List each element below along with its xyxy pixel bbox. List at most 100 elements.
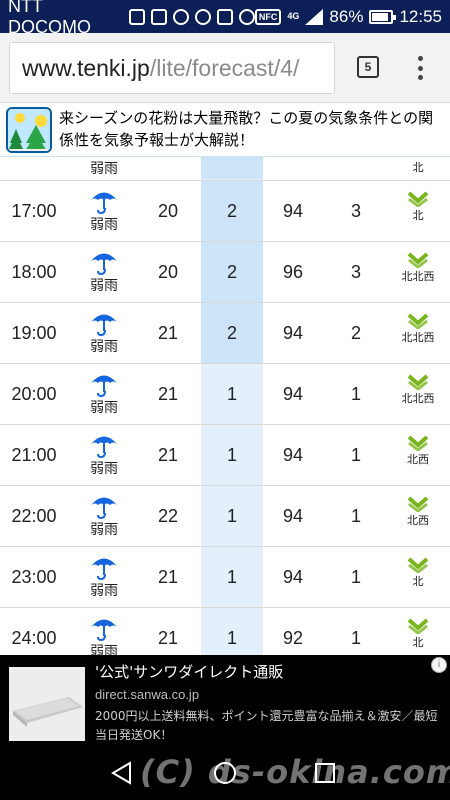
time-cell: 20:00	[11, 384, 57, 404]
wind-direction-label: 北	[412, 636, 424, 649]
rainfall-cell: 1	[350, 567, 361, 587]
wind-arrow-icon	[388, 555, 448, 573]
table-row: 23:00 弱雨 21 1 94 1 北	[0, 546, 450, 607]
notification-icons	[128, 8, 255, 25]
ad-domain: direct.sanwa.co.jp	[95, 687, 200, 702]
status-bar: NTT DOCOMO NFC 4G 86% 12:55	[0, 0, 450, 37]
temperature-cell: 21	[157, 628, 179, 648]
umbrella-icon	[76, 307, 132, 337]
wind-arrow-icon	[388, 311, 448, 329]
cloud-icon	[194, 8, 211, 25]
precip-prob-cell: 1	[226, 506, 237, 526]
network-type: 4G	[287, 11, 300, 21]
wind-direction-label: 北西	[407, 514, 429, 527]
back-icon[interactable]	[108, 759, 136, 787]
umbrella-icon	[76, 612, 132, 642]
time-cell: 24:00	[11, 628, 57, 648]
time-cell: 22:00	[11, 506, 57, 526]
wind-arrow-icon	[388, 433, 448, 451]
weather-label: 弱雨	[90, 161, 118, 177]
temperature-cell: 21	[157, 323, 179, 343]
temperature-cell: 21	[157, 445, 179, 465]
time-cell: 17:00	[11, 201, 57, 221]
news-banner[interactable]: 来シーズンの花粉は大量飛散？この夏の気象条件との関係性を気象予報士が大解説！	[0, 103, 450, 157]
weather-notification-icon	[172, 8, 189, 25]
table-row: 17:00 弱雨 20 2 94 3 北	[0, 180, 450, 241]
rainfall-cell: 2	[350, 323, 361, 343]
wind-arrow-icon	[388, 616, 448, 634]
url-host: www.tenki.jp	[22, 55, 150, 81]
battery-icon	[369, 9, 397, 24]
signal-icon	[305, 8, 324, 25]
pollen-tree-icon	[6, 107, 52, 153]
humidity-cell: 94	[282, 201, 304, 221]
carrier-name: NTT DOCOMO	[8, 0, 91, 37]
humidity-cell: 94	[282, 445, 304, 465]
weather-cell: 弱雨	[76, 429, 132, 485]
overflow-menu-icon[interactable]	[410, 53, 430, 83]
weather-cell: 弱雨	[76, 185, 132, 241]
rainfall-cell: 1	[350, 445, 361, 465]
humidity-cell: 94	[282, 384, 304, 404]
dots-icon	[238, 8, 255, 25]
umbrella-icon	[76, 246, 132, 276]
precip-prob-cell: 1	[226, 445, 237, 465]
wind-direction-label: 北北西	[401, 392, 435, 405]
rainfall-cell: 1	[350, 506, 361, 526]
wind-cell: 北	[388, 189, 448, 239]
table-row: 22:00 弱雨 22 1 94 1 北西	[0, 485, 450, 546]
time-cell: 19:00	[11, 323, 57, 343]
time-cell: 18:00	[11, 262, 57, 282]
table-row: 19:00 弱雨 21 2 94 2 北北西	[0, 302, 450, 363]
precip-prob-cell: 1	[226, 628, 237, 648]
android-nav-bar: (C) ds-okina.com	[0, 745, 450, 800]
wind-arrow-icon	[388, 189, 448, 207]
weather-cell: 弱雨	[76, 490, 132, 546]
weather-label: 弱雨	[90, 522, 118, 538]
humidity-cell: 96	[282, 262, 304, 282]
weather-label: 弱雨	[90, 278, 118, 294]
umbrella-icon	[76, 368, 132, 398]
precip-highlight	[201, 157, 263, 179]
temperature-cell: 21	[157, 384, 179, 404]
wind-arrow-icon	[388, 250, 448, 268]
time-cell: 21:00	[11, 445, 57, 465]
weather-label: 弱雨	[90, 644, 118, 655]
ad-banner[interactable]: '公式'サンワダイレクト通販 direct.sanwa.co.jp 2000円以…	[0, 655, 450, 745]
wind-direction-label: 北北西	[401, 270, 435, 283]
precip-prob-cell: 1	[226, 384, 237, 404]
url-field[interactable]: www.tenki.jp/lite/forecast/4/	[9, 42, 335, 94]
weather-cell: 弱雨	[76, 246, 132, 302]
tab-switcher-button[interactable]: 5	[357, 56, 379, 78]
wind-direction-label: 北西	[407, 453, 429, 466]
ad-laptop-image	[9, 667, 85, 741]
temperature-cell: 22	[157, 506, 179, 526]
weather-label: 弱雨	[90, 217, 118, 233]
precip-prob-cell: 1	[226, 567, 237, 587]
umbrella-icon	[76, 551, 132, 581]
temperature-cell: 20	[157, 262, 179, 282]
wind-direction-label: 北	[412, 575, 424, 588]
umbrella-icon	[76, 490, 132, 520]
umbrella-icon	[76, 429, 132, 459]
hourly-forecast-table: 弱雨 北 17:00 弱雨 20 2 94 3 北 18:00 弱雨 20 2 96 3 北北西 19:00…	[0, 157, 450, 655]
clock: 12:55	[399, 6, 442, 26]
table-row: 20:00 弱雨 21 1 94 1 北北西	[0, 363, 450, 424]
rainfall-cell: 3	[350, 262, 361, 282]
ad-title: '公式'サンワダイレクト通販	[95, 663, 284, 681]
precip-prob-cell: 2	[226, 201, 237, 221]
nfc-icon: NFC	[254, 8, 282, 25]
wind-cell: 北北西	[388, 372, 448, 422]
weather-cell: 弱雨	[76, 368, 132, 424]
weather-cell: 弱雨	[76, 307, 132, 363]
weather-label: 弱雨	[90, 461, 118, 477]
battery-percent: 86%	[329, 6, 364, 26]
humidity-cell: 94	[282, 323, 304, 343]
weather-cell: 弱雨	[76, 612, 132, 655]
banner-headline: 来シーズンの花粉は大量飛散？この夏の気象条件との関係性を気象予報士が大解説！	[59, 109, 434, 149]
time-cell: 23:00	[11, 567, 57, 587]
weather-label: 弱雨	[90, 583, 118, 599]
info-icon[interactable]: i	[431, 657, 447, 673]
wind-cell: 北北西	[388, 250, 448, 300]
ad-description: 2000円以上送料無料、ポイント還元豊富な品揃え＆激安／最短当日発送OK！	[95, 709, 438, 742]
